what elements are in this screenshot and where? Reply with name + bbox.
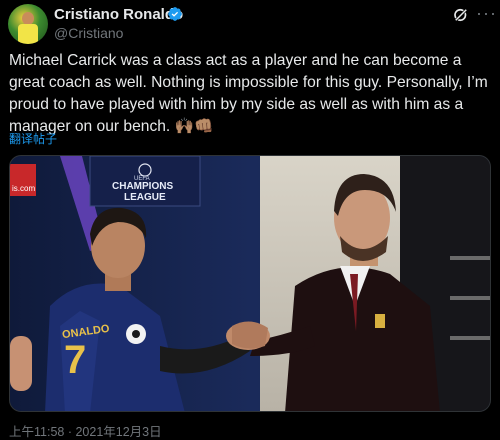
tweet-timestamp[interactable]: 上午11:58 · 2021年12月3日 — [9, 421, 162, 440]
ad-text: is.com — [12, 184, 36, 193]
tweet-text: Michael Carrick was a class act as a pla… — [9, 52, 488, 135]
grok-icon[interactable] — [452, 6, 470, 24]
board-title-line1: CHAMPIONS — [112, 181, 174, 192]
tweet-photo[interactable]: is.com UEFA CHAMPIONS LEAGUE ONALDO 7 — [9, 155, 491, 412]
tweet-header: Cristiano Ronaldo @Cristiano ··· — [8, 4, 496, 48]
avatar[interactable] — [8, 4, 48, 44]
more-icon[interactable]: ··· — [476, 4, 496, 24]
board-title-line2: LEAGUE — [124, 192, 166, 203]
translate-post-link[interactable]: 翻译帖子 — [9, 130, 57, 147]
jersey-number: 7 — [64, 338, 87, 382]
verified-badge-icon — [168, 7, 182, 21]
author-display-name[interactable]: Cristiano Ronaldo — [54, 6, 183, 23]
author-handle[interactable]: @Cristiano — [54, 25, 123, 41]
